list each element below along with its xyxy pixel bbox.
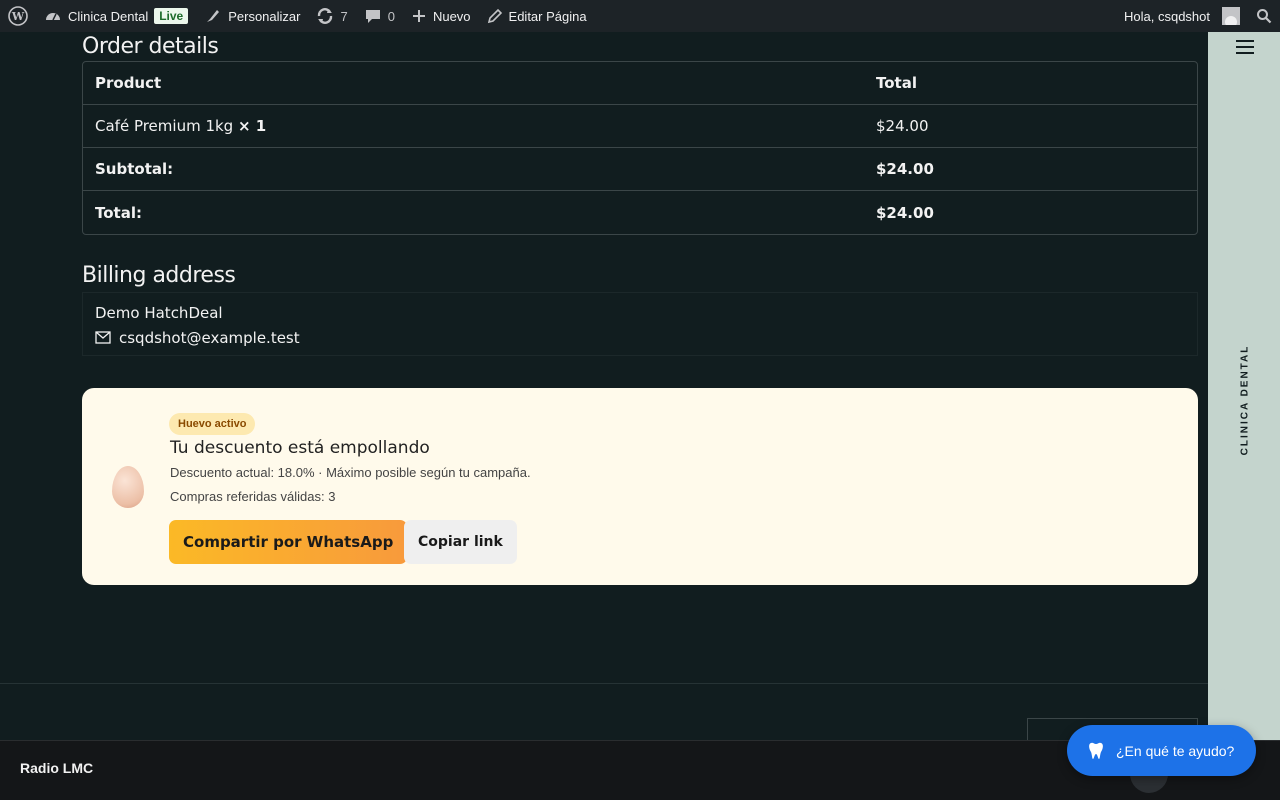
side-panel-label: CLINICA DENTAL bbox=[1239, 344, 1251, 456]
billing-address: Demo HatchDeal csqdshot@example.test bbox=[82, 292, 1198, 356]
updates-count: 7 bbox=[340, 8, 348, 24]
comment-icon bbox=[365, 10, 380, 23]
total-row: Total: $24.00 bbox=[83, 191, 1197, 234]
live-badge: Live bbox=[154, 8, 189, 24]
wordpress-menu[interactable]: W bbox=[0, 0, 36, 32]
customize-link[interactable]: Personalizar bbox=[196, 0, 308, 32]
side-panel: CLINICA DENTAL bbox=[1208, 32, 1280, 740]
order-details-title: Order details bbox=[82, 34, 219, 59]
edit-page-label: Editar Página bbox=[508, 8, 587, 24]
current-discount-text: Descuento actual: 18.0% · Máximo posible… bbox=[170, 465, 531, 480]
dashboard-icon bbox=[46, 13, 60, 21]
copy-link-button[interactable]: Copiar link bbox=[404, 520, 517, 564]
order-table: Product Total Café Premium 1kg × 1 $24.0… bbox=[82, 61, 1198, 235]
billing-address-title: Billing address bbox=[82, 263, 236, 288]
referred-purchases-text: Compras referidas válidas: 3 bbox=[170, 489, 336, 504]
product-quantity: × 1 bbox=[238, 117, 267, 135]
site-name: Clinica Dental bbox=[68, 8, 149, 24]
admin-search[interactable] bbox=[1248, 0, 1280, 32]
menu-icon[interactable] bbox=[1236, 40, 1254, 54]
table-header-row: Product Total bbox=[83, 62, 1197, 105]
total-label: Total: bbox=[95, 203, 142, 222]
radio-title: Radio LMC bbox=[20, 760, 94, 776]
total-header: Total bbox=[864, 62, 1197, 105]
search-icon bbox=[1257, 9, 1272, 24]
svg-text:W: W bbox=[11, 10, 25, 23]
subtotal-label: Subtotal: bbox=[83, 148, 864, 191]
referral-card: Huevo activo Tu descuento está empolland… bbox=[82, 388, 1198, 585]
new-label: Nuevo bbox=[432, 8, 471, 24]
avatar bbox=[1222, 7, 1240, 25]
comments-link[interactable]: 0 bbox=[356, 0, 403, 32]
product-header: Product bbox=[83, 62, 864, 105]
table-row: Café Premium 1kg × 1 $24.00 bbox=[83, 105, 1197, 148]
tooth-icon bbox=[1089, 742, 1103, 759]
site-name-link[interactable]: Clinica Dental Live bbox=[36, 0, 196, 32]
egg-icon bbox=[112, 466, 144, 508]
customize-label: Personalizar bbox=[228, 8, 301, 24]
share-whatsapp-button[interactable]: Compartir por WhatsApp bbox=[169, 520, 408, 564]
updates-link[interactable]: 7 bbox=[308, 0, 355, 32]
total-value: $24.00 bbox=[876, 203, 934, 222]
plus-icon bbox=[412, 10, 425, 22]
mail-icon bbox=[95, 331, 111, 344]
updates-icon bbox=[318, 8, 333, 24]
billing-name: Demo HatchDeal bbox=[95, 303, 223, 322]
brush-icon bbox=[207, 10, 220, 22]
subtotal-value: $24.00 bbox=[864, 148, 1197, 191]
promo-title: Tu descuento está empollando bbox=[170, 438, 430, 458]
subtotal-row: Subtotal: $24.00 bbox=[83, 148, 1197, 191]
billing-email: csqdshot@example.test bbox=[119, 328, 300, 347]
comments-count: 0 bbox=[387, 8, 395, 24]
chat-label: ¿En qué te ayudo? bbox=[1116, 742, 1235, 759]
admin-bar: W Clinica Dental Live Personalizar 7 0 N… bbox=[0, 0, 1280, 32]
billing-email-line: csqdshot@example.test bbox=[95, 325, 1185, 350]
new-content-link[interactable]: Nuevo bbox=[403, 0, 479, 32]
footer-divider bbox=[0, 683, 1208, 684]
status-badge: Huevo activo bbox=[169, 413, 256, 435]
edit-page-link[interactable]: Editar Página bbox=[479, 0, 595, 32]
greeting: Hola, csqdshot bbox=[1124, 8, 1210, 24]
product-cell: Café Premium 1kg × 1 bbox=[83, 105, 864, 148]
product-total: $24.00 bbox=[864, 105, 1197, 148]
pencil-icon bbox=[487, 8, 502, 24]
account-menu[interactable]: Hola, csqdshot bbox=[1116, 0, 1248, 32]
product-name: Café Premium 1kg bbox=[95, 117, 234, 135]
wordpress-icon: W bbox=[8, 6, 28, 26]
chat-button[interactable]: ¿En qué te ayudo? bbox=[1067, 725, 1256, 776]
